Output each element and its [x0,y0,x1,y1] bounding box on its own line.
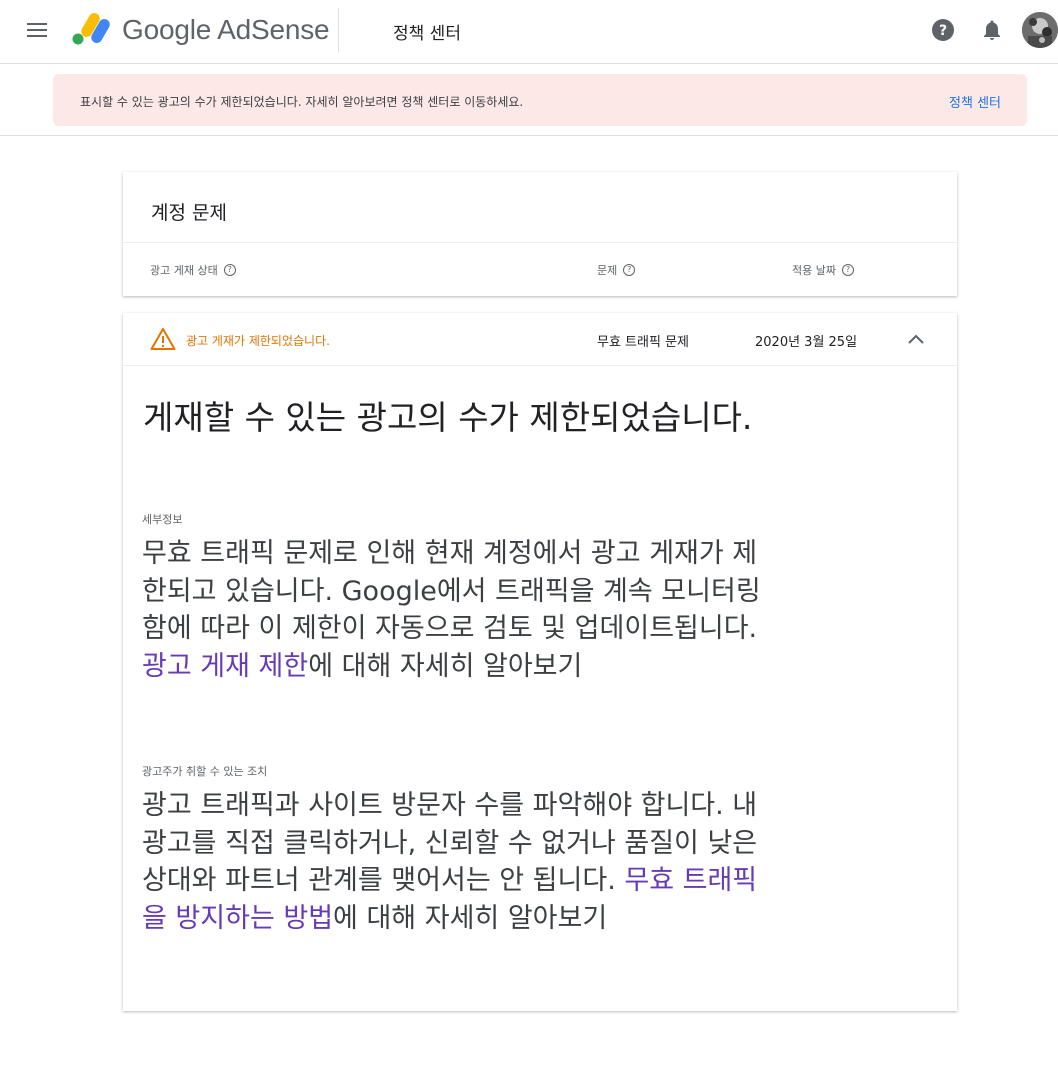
notifications-icon[interactable] [980,18,1004,42]
details-text: 무효 트래픽 문제로 인해 현재 계정에서 광고 게재가 제한되고 있습니다. … [142,535,772,685]
column-label: 문제 [597,264,618,277]
card-title: 계정 문제 [151,202,227,224]
banner-message: 표시할 수 있는 광고의 수가 제한되었습니다. 자세히 알아보려면 정책 센터… [80,95,524,109]
details-suffix: 에 대해 자세히 알아보기 [308,650,583,682]
issue-detail-card: 광고 게재가 제한되었습니다. 무효 트래픽 문제 2020년 3월 25일 게… [123,313,957,1011]
alert-banner: 표시할 수 있는 광고의 수가 제한되었습니다. 자세히 알아보려면 정책 센터… [53,74,1027,126]
issue-row[interactable]: 광고 게재가 제한되었습니다. 무효 트래픽 문제 2020년 3월 25일 [123,313,957,366]
actions-suffix: 에 대해 자세히 알아보기 [333,902,608,934]
chevron-up-icon[interactable] [906,330,926,348]
header-divider [338,8,339,52]
svg-text:?: ? [939,23,947,39]
details-body: 무효 트래픽 문제로 인해 현재 계정에서 광고 게재가 제한되고 있습니다. … [142,538,761,644]
column-label: 광고 게재 상태 [150,264,218,277]
help-circle-icon[interactable]: ? [623,264,636,276]
menu-icon[interactable] [24,18,50,44]
card-divider [123,242,957,243]
actions-text: 광고 트래픽과 사이트 방문자 수를 파악해야 합니다. 내 광고를 직접 클릭… [142,787,772,937]
alert-banner-area: 표시할 수 있는 광고의 수가 제한되었습니다. 자세히 알아보려면 정책 센터… [0,64,1058,136]
issue-name: 무효 트래픽 문제 [597,335,689,350]
column-header-status: 광고 게재 상태 ? [150,262,236,278]
column-header-issue: 문제 ? [597,262,636,278]
detail-title: 게재할 수 있는 광고의 수가 제한되었습니다. [143,398,753,437]
serving-status: 광고 게재가 제한되었습니다. [186,334,330,348]
adsense-logo [72,13,110,45]
policy-center-link[interactable]: 정책 센터 [949,92,1001,111]
account-issues-card: 계정 문제 광고 게재 상태 ? 문제 ? 적용 날짜 ? [123,172,957,296]
section-title: 정책 센터 [393,24,461,44]
help-circle-icon[interactable]: ? [223,264,236,276]
product-name[interactable]: Google AdSense [122,14,330,46]
column-header-date: 적용 날짜 ? [792,262,854,278]
top-app-bar: Google AdSense 정책 센터 ? [0,0,1058,64]
serving-limit-link[interactable]: 광고 게재 제한 [142,651,308,682]
details-label: 세부정보 [142,513,183,526]
help-icon[interactable]: ? [931,18,955,42]
actions-label: 광고주가 취할 수 있는 조치 [142,765,268,778]
avatar[interactable] [1022,12,1058,48]
column-label: 적용 날짜 [792,264,836,277]
applied-date: 2020년 3월 25일 [755,335,858,350]
warning-icon [150,328,176,350]
help-circle-icon[interactable]: ? [841,264,854,276]
